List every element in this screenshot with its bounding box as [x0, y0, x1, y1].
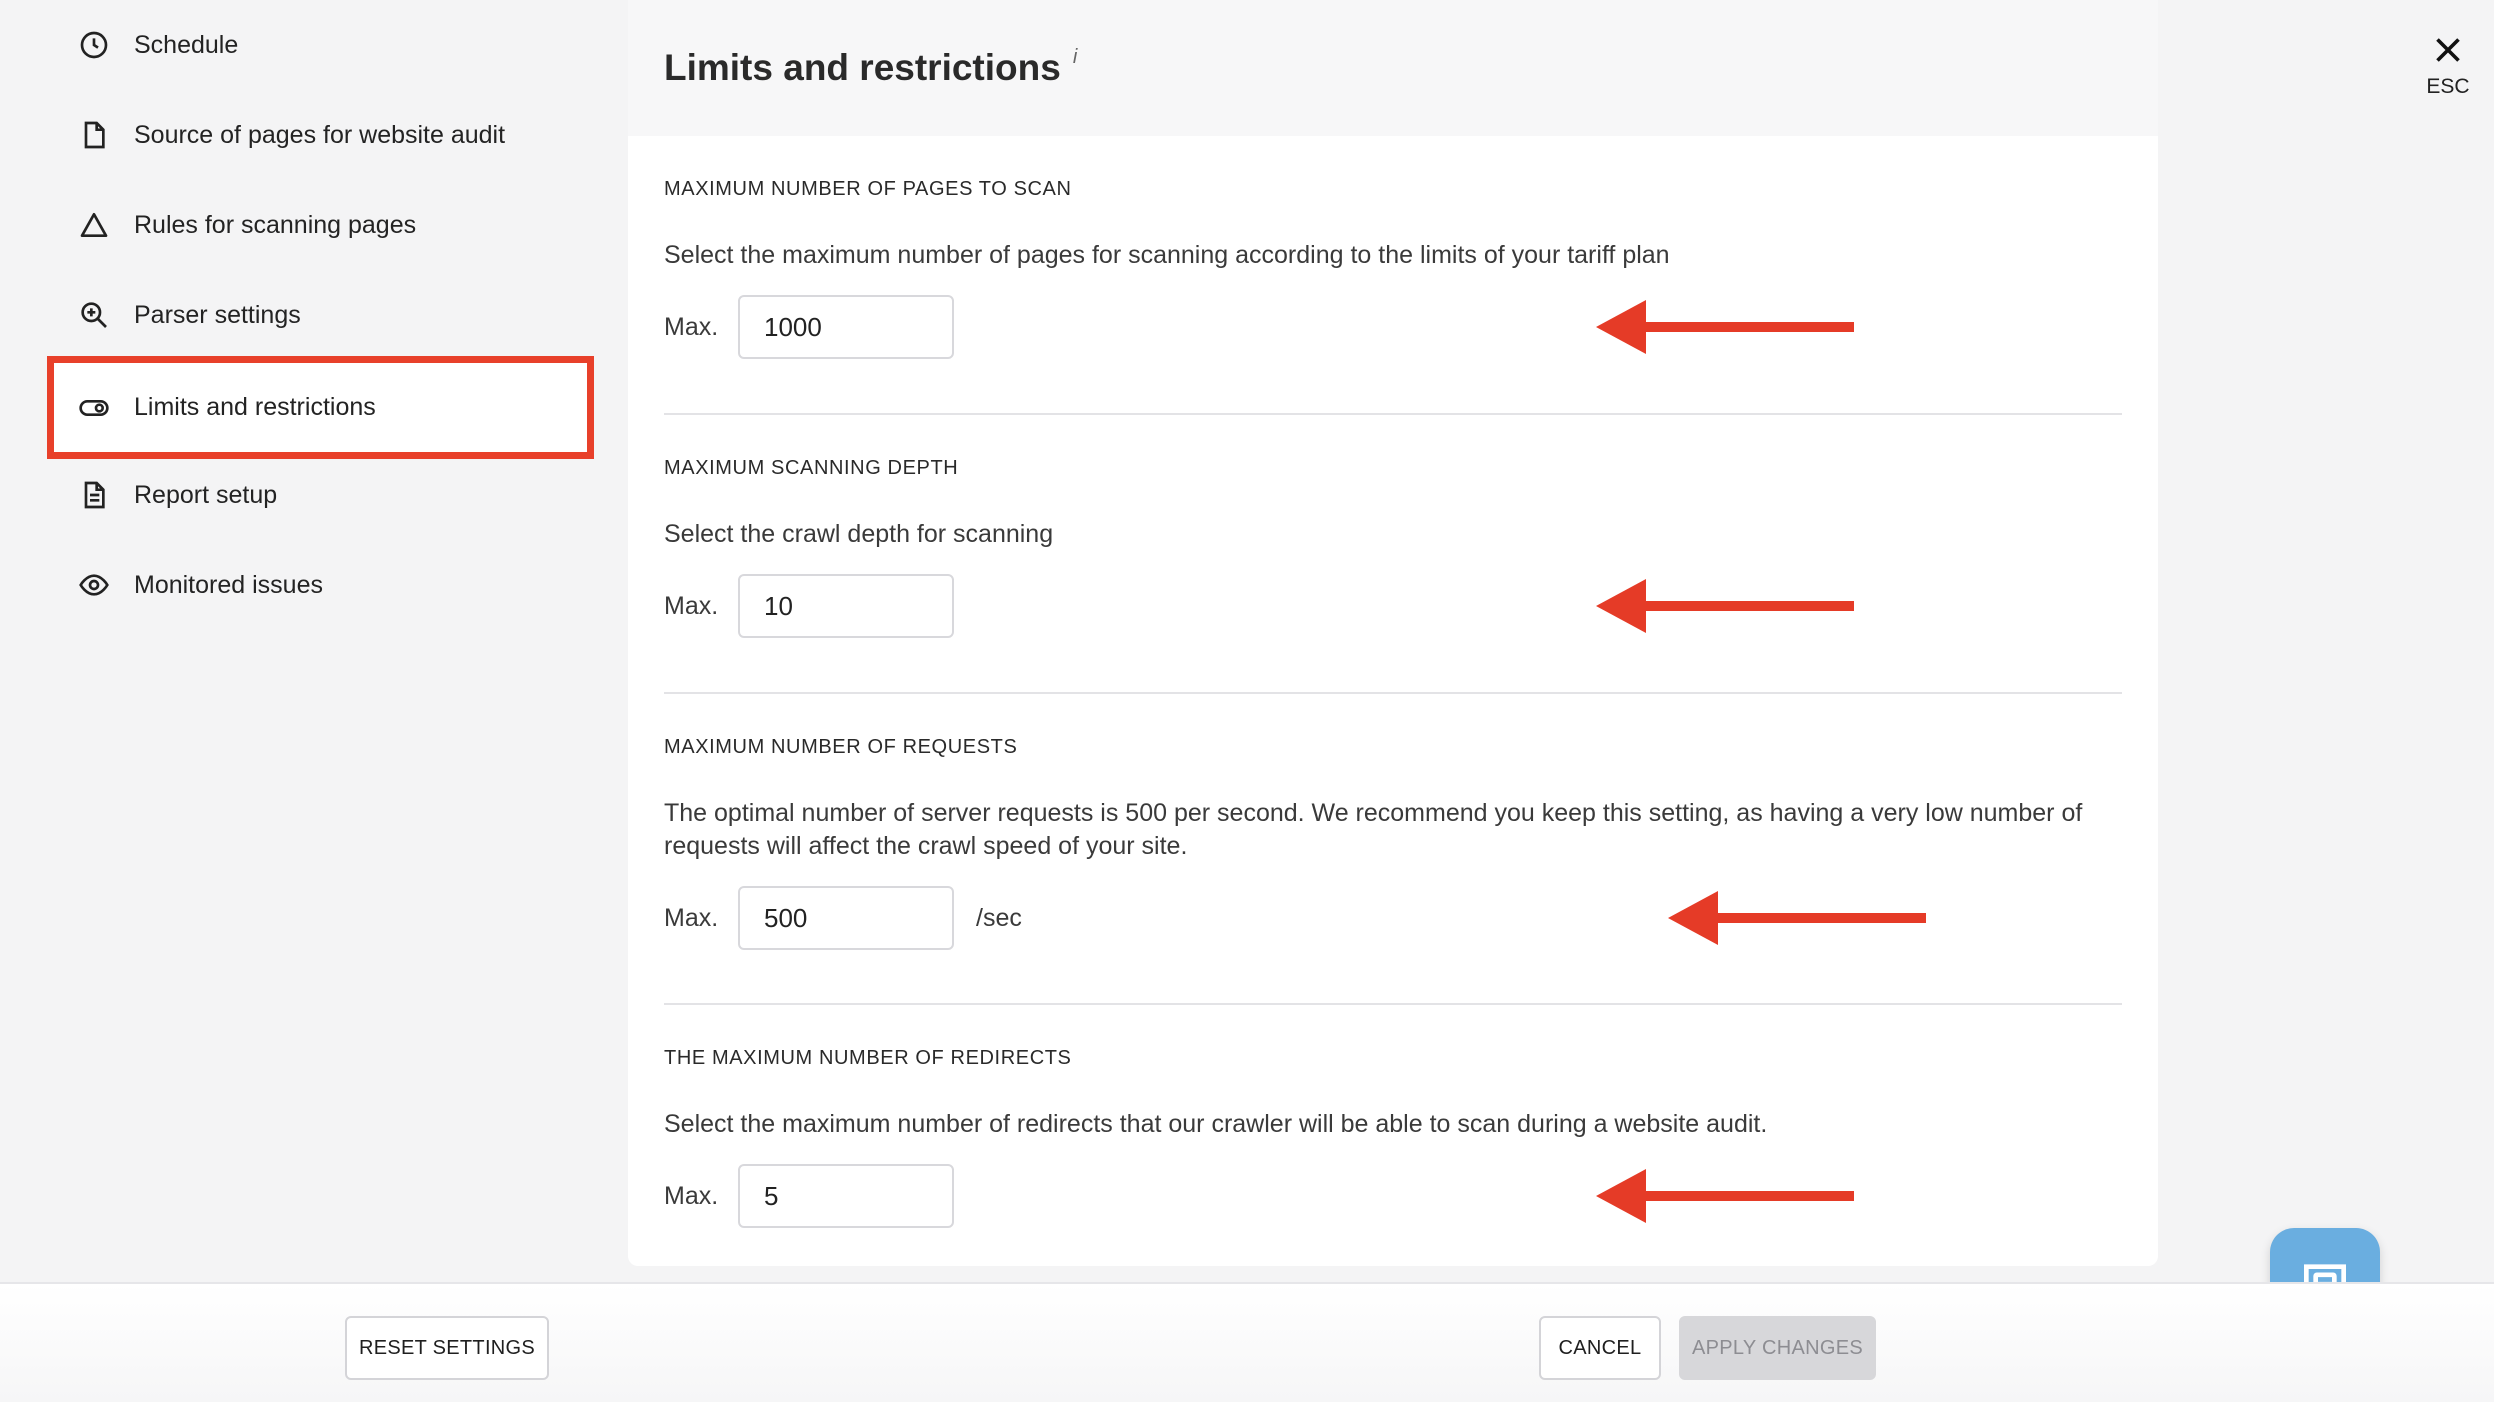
- file-icon: [76, 117, 112, 153]
- max-pages-row: Max.: [664, 295, 954, 359]
- sidebar-item-label: Source of pages for website audit: [134, 120, 506, 149]
- sidebar-item-rules-for-scanning[interactable]: Rules for scanning pages: [60, 189, 580, 261]
- scanning-depth-input[interactable]: [738, 574, 954, 638]
- sidebar-item-label: Schedule: [134, 30, 239, 59]
- max-requests-row: Max. /sec: [664, 886, 1022, 950]
- max-redirects-section: THE MAXIMUM NUMBER OF REDIRECTS Select t…: [664, 1047, 2122, 1247]
- sidebar-item-source-of-pages[interactable]: Source of pages for website audit: [60, 99, 580, 171]
- close-button[interactable]: ESC: [2418, 32, 2478, 112]
- section-description: Select the maximum number of pages for s…: [664, 241, 1670, 269]
- section-title: MAXIMUM SCANNING DEPTH: [664, 457, 959, 479]
- sidebar-item-monitored-issues[interactable]: Monitored issues: [60, 549, 580, 621]
- sidebar-item-label: Limits and restrictions: [134, 393, 376, 421]
- max-label: Max.: [664, 312, 719, 341]
- document-icon: [76, 477, 112, 513]
- max-requests-input[interactable]: [738, 886, 954, 950]
- unit-label: /sec: [976, 903, 1022, 932]
- scanning-depth-section: MAXIMUM SCANNING DEPTH Select the crawl …: [664, 457, 2122, 657]
- sidebar-item-label: Rules for scanning pages: [134, 210, 417, 239]
- section-divider: [664, 1003, 2122, 1005]
- settings-sidebar: Schedule Source of pages for website aud…: [0, 0, 628, 1282]
- reset-settings-button[interactable]: RESET SETTINGS: [345, 1316, 549, 1380]
- eye-icon: [76, 567, 112, 603]
- settings-panel: Limits and restrictions i MAXIMUM NUMBER…: [628, 0, 2158, 1266]
- arrow-annotation-icon: [1596, 300, 1854, 354]
- max-redirects-input[interactable]: [738, 1164, 954, 1228]
- section-divider: [664, 413, 2122, 415]
- section-description: The optimal number of server requests is…: [664, 799, 2083, 860]
- apply-changes-button[interactable]: APPLY CHANGES: [1679, 1316, 1876, 1380]
- arrow-annotation-icon: [1596, 579, 1854, 633]
- triangle-icon: [76, 207, 112, 243]
- cancel-button[interactable]: CANCEL: [1539, 1316, 1661, 1380]
- max-pages-section: MAXIMUM NUMBER OF PAGES TO SCAN Select t…: [664, 178, 2122, 378]
- sidebar-item-parser-settings[interactable]: Parser settings: [60, 279, 580, 351]
- arrow-annotation-icon: [1596, 1169, 1854, 1223]
- section-title: THE MAXIMUM NUMBER OF REDIRECTS: [664, 1047, 1072, 1069]
- max-label: Max.: [664, 1181, 719, 1210]
- section-description: Select the maximum number of redirects t…: [664, 1110, 1768, 1138]
- max-label: Max.: [664, 591, 719, 620]
- max-pages-input[interactable]: [738, 295, 954, 359]
- zoom-icon: [76, 297, 112, 333]
- sidebar-item-limits-and-restrictions[interactable]: Limits and restrictions: [47, 356, 594, 459]
- sidebar-item-label: Monitored issues: [134, 570, 323, 599]
- sidebar-item-label: Report setup: [134, 480, 278, 509]
- sidebar-item-report-setup[interactable]: Report setup: [60, 459, 580, 531]
- max-requests-section: MAXIMUM NUMBER OF REQUESTS The optimal n…: [664, 736, 2122, 976]
- panel-header: Limits and restrictions i: [628, 0, 2158, 136]
- section-divider: [664, 692, 2122, 694]
- esc-label: ESC: [2426, 75, 2470, 98]
- close-icon: [2436, 38, 2460, 62]
- max-redirects-row: Max.: [664, 1164, 954, 1228]
- arrow-annotation-icon: [1668, 891, 1926, 945]
- info-icon[interactable]: i: [1073, 46, 1077, 69]
- clock-icon: [76, 27, 112, 63]
- page-title: Limits and restrictions: [664, 47, 1061, 88]
- sidebar-item-schedule[interactable]: Schedule: [60, 9, 580, 81]
- scanning-depth-row: Max.: [664, 574, 954, 638]
- section-description: Select the crawl depth for scanning: [664, 520, 1054, 548]
- section-title: MAXIMUM NUMBER OF REQUESTS: [664, 736, 1018, 758]
- max-label: Max.: [664, 903, 719, 932]
- toggle-icon: [76, 390, 112, 426]
- sidebar-item-label: Parser settings: [134, 300, 301, 329]
- section-title: MAXIMUM NUMBER OF PAGES TO SCAN: [664, 178, 1072, 200]
- footer-bar: RESET SETTINGS CANCEL APPLY CHANGES: [0, 1282, 2494, 1402]
